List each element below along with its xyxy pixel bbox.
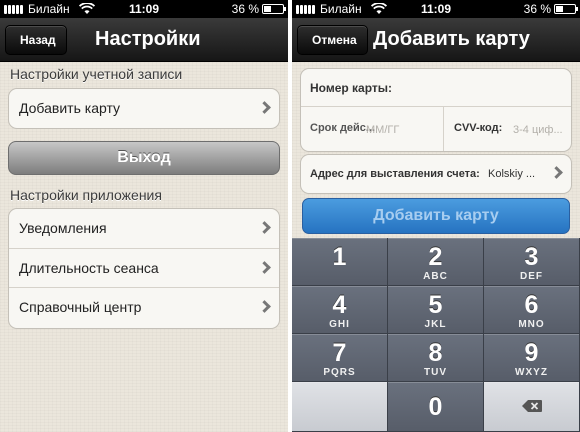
nav-bar: Назад Настройки — [0, 18, 288, 62]
key-digit: 1 — [332, 243, 347, 271]
key-digit: 5 — [428, 291, 443, 319]
add-card-screen: Билайн 11:09 36 % Отмена Добавить карту … — [292, 0, 580, 432]
app-settings-group: Уведомления Длительность сеанса Справочн… — [8, 208, 280, 329]
settings-screen: Билайн 11:09 36 % Назад Настройки Настро… — [0, 0, 288, 432]
session-duration-row[interactable]: Длительность сеанса — [9, 248, 279, 287]
chevron-right-icon — [550, 166, 563, 179]
key-letters: WXYZ — [515, 367, 548, 378]
key-letters: GHI — [329, 319, 350, 330]
key-digit: 9 — [524, 339, 539, 367]
key-digit: 6 — [524, 291, 539, 319]
key-9[interactable]: 9 WXYZ — [484, 334, 580, 382]
key-letters: PQRS — [323, 367, 356, 378]
key-blank — [292, 382, 388, 432]
battery-icon — [262, 4, 286, 14]
chevron-right-icon — [258, 300, 271, 313]
status-bar: Билайн 11:09 36 % — [292, 0, 580, 18]
cvv-label: CVV-код: — [454, 122, 503, 134]
key-digit: 0 — [428, 393, 443, 421]
battery-level — [556, 6, 564, 12]
key-digit: 4 — [332, 291, 347, 319]
numeric-keypad: 1 2 ABC 3 DEF 4 GHI 5 JKL 6 MNO 7 PQRS 8 TUV 9W… — [292, 238, 580, 432]
account-group: Добавить карту — [8, 88, 280, 129]
card-details-group: Номер карты: Срок дейс... CVV-код: — [300, 68, 572, 152]
key-7[interactable]: 7 PQRS — [292, 334, 388, 382]
key-letters: MNO — [518, 319, 545, 330]
add-card-row-label: Добавить карту — [19, 100, 121, 116]
key-letters: TUV — [424, 367, 447, 378]
key-2[interactable]: 2 ABC — [388, 238, 484, 286]
battery-percent: 36 % — [523, 2, 551, 16]
back-button-label: Назад — [20, 33, 56, 47]
account-section-header: Настройки учетной записи — [10, 66, 183, 82]
key-5[interactable]: 5 JKL — [388, 286, 484, 334]
session-duration-row-label: Длительность сеанса — [19, 260, 159, 276]
battery-percent: 36 % — [231, 2, 259, 16]
key-3[interactable]: 3 DEF — [484, 238, 580, 286]
billing-address-label: Адрес для выставления счета: — [310, 168, 480, 180]
key-digit: 3 — [524, 243, 539, 271]
card-number-field[interactable]: Номер карты: — [301, 69, 571, 107]
backspace-icon — [522, 400, 542, 412]
chevron-right-icon — [258, 221, 271, 234]
key-letters: JKL — [424, 319, 447, 330]
key-1[interactable]: 1 — [292, 238, 388, 286]
notifications-row-label: Уведомления — [19, 220, 107, 236]
billing-address-value: Kolskiy ... — [488, 168, 536, 180]
help-center-row[interactable]: Справочный центр — [9, 287, 279, 326]
key-digit: 7 — [332, 339, 347, 367]
key-digit: 2 — [428, 243, 443, 271]
field-divider — [443, 107, 444, 151]
key-digit: 8 — [428, 339, 443, 367]
status-bar: Билайн 11:09 36 % — [0, 0, 288, 18]
cancel-button-label: Отмена — [312, 33, 357, 47]
battery-level — [264, 6, 272, 12]
chevron-right-icon — [258, 101, 271, 114]
logout-button[interactable]: Выход — [8, 141, 280, 175]
billing-address-row[interactable]: Адрес для выставления счета: Kolskiy ... — [301, 155, 571, 193]
key-0[interactable]: 0 — [388, 382, 484, 432]
key-4[interactable]: 4 GHI — [292, 286, 388, 334]
card-number-label: Номер карты: — [310, 81, 393, 95]
notifications-row[interactable]: Уведомления — [9, 209, 279, 248]
add-card-row[interactable]: Добавить карту — [9, 89, 279, 128]
chevron-right-icon — [258, 261, 271, 274]
expiry-input[interactable] — [366, 116, 446, 144]
key-letters: DEF — [520, 271, 543, 282]
app-section-header: Настройки приложения — [10, 187, 162, 203]
nav-bar: Отмена Добавить карту — [292, 18, 580, 62]
battery-icon — [554, 4, 578, 14]
help-center-row-label: Справочный центр — [19, 299, 142, 315]
billing-address-group: Адрес для выставления счета: Kolskiy ... — [300, 154, 572, 194]
page-title: Настройки — [95, 28, 201, 50]
key-letters: ABC — [423, 271, 448, 282]
key-6[interactable]: 6 MNO — [484, 286, 580, 334]
delete-key[interactable] — [484, 382, 580, 432]
key-8[interactable]: 8 TUV — [388, 334, 484, 382]
cvv-input[interactable] — [513, 116, 571, 144]
page-title: Добавить карту — [373, 28, 530, 50]
back-button[interactable]: Назад — [5, 25, 67, 55]
add-card-submit-button[interactable]: Добавить карту — [302, 198, 570, 234]
cancel-button[interactable]: Отмена — [297, 25, 368, 55]
